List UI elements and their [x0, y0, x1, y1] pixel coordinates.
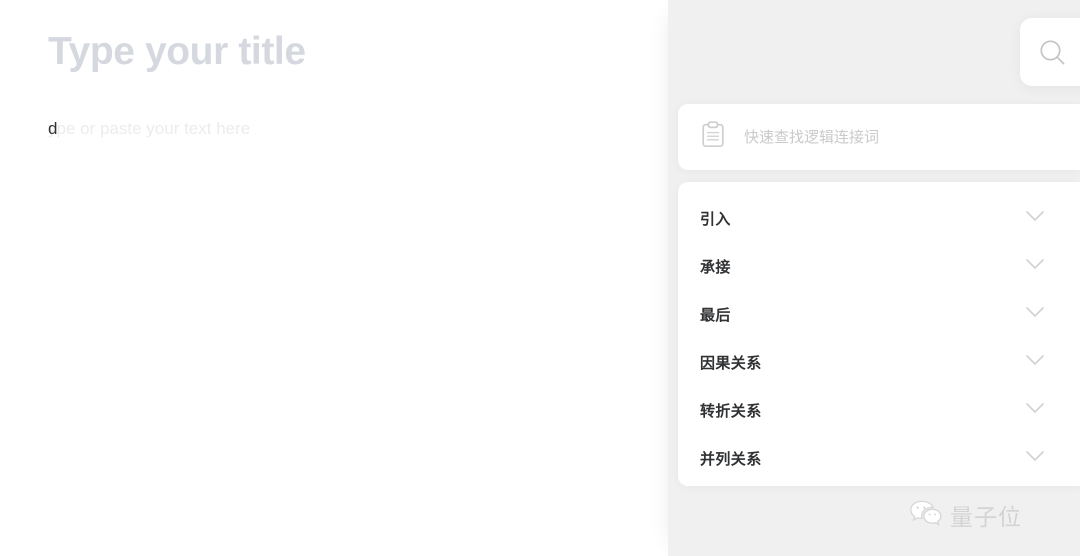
category-label: 转折关系	[700, 402, 762, 420]
document-body[interactable]: ype or paste your text here d	[48, 116, 250, 142]
chevron-down-icon[interactable]	[1026, 401, 1044, 419]
global-search-button[interactable]	[1020, 18, 1080, 86]
category-row-continue[interactable]: 承接	[678, 242, 1080, 290]
category-row-transition[interactable]: 转折关系	[678, 386, 1080, 434]
category-row-causal[interactable]: 因果关系	[678, 338, 1080, 386]
category-label: 承接	[700, 258, 731, 276]
category-label: 最后	[700, 306, 731, 324]
document-body-typed-text: d	[48, 119, 58, 138]
category-label: 因果关系	[700, 354, 762, 372]
connector-search-input[interactable]	[744, 104, 1060, 170]
watermark: 量子位	[909, 498, 1022, 532]
search-icon	[1038, 38, 1067, 67]
watermark-text: 量子位	[950, 505, 1022, 531]
chevron-down-icon[interactable]	[1026, 257, 1044, 275]
wechat-icon	[909, 499, 943, 532]
category-row-final[interactable]: 最后	[678, 290, 1080, 338]
clipboard-icon	[700, 120, 726, 154]
category-row-parallel[interactable]: 并列关系	[678, 434, 1080, 482]
connector-search-card[interactable]	[678, 104, 1080, 170]
connector-category-list: 引入 承接 最后 因果关系 转折关系 并列关系	[678, 182, 1080, 486]
category-label: 并列关系	[700, 450, 762, 468]
document-body-placeholder: ype or paste your text here	[48, 119, 251, 138]
logic-connector-finder-panel: 引入 承接 最后 因果关系 转折关系	[678, 0, 1080, 556]
chevron-down-icon[interactable]	[1026, 305, 1044, 323]
category-label: 引入	[700, 210, 731, 228]
chevron-down-icon[interactable]	[1026, 449, 1044, 467]
chevron-down-icon[interactable]	[1026, 209, 1044, 227]
category-row-introduce[interactable]: 引入	[678, 194, 1080, 242]
chevron-down-icon[interactable]	[1026, 353, 1044, 371]
